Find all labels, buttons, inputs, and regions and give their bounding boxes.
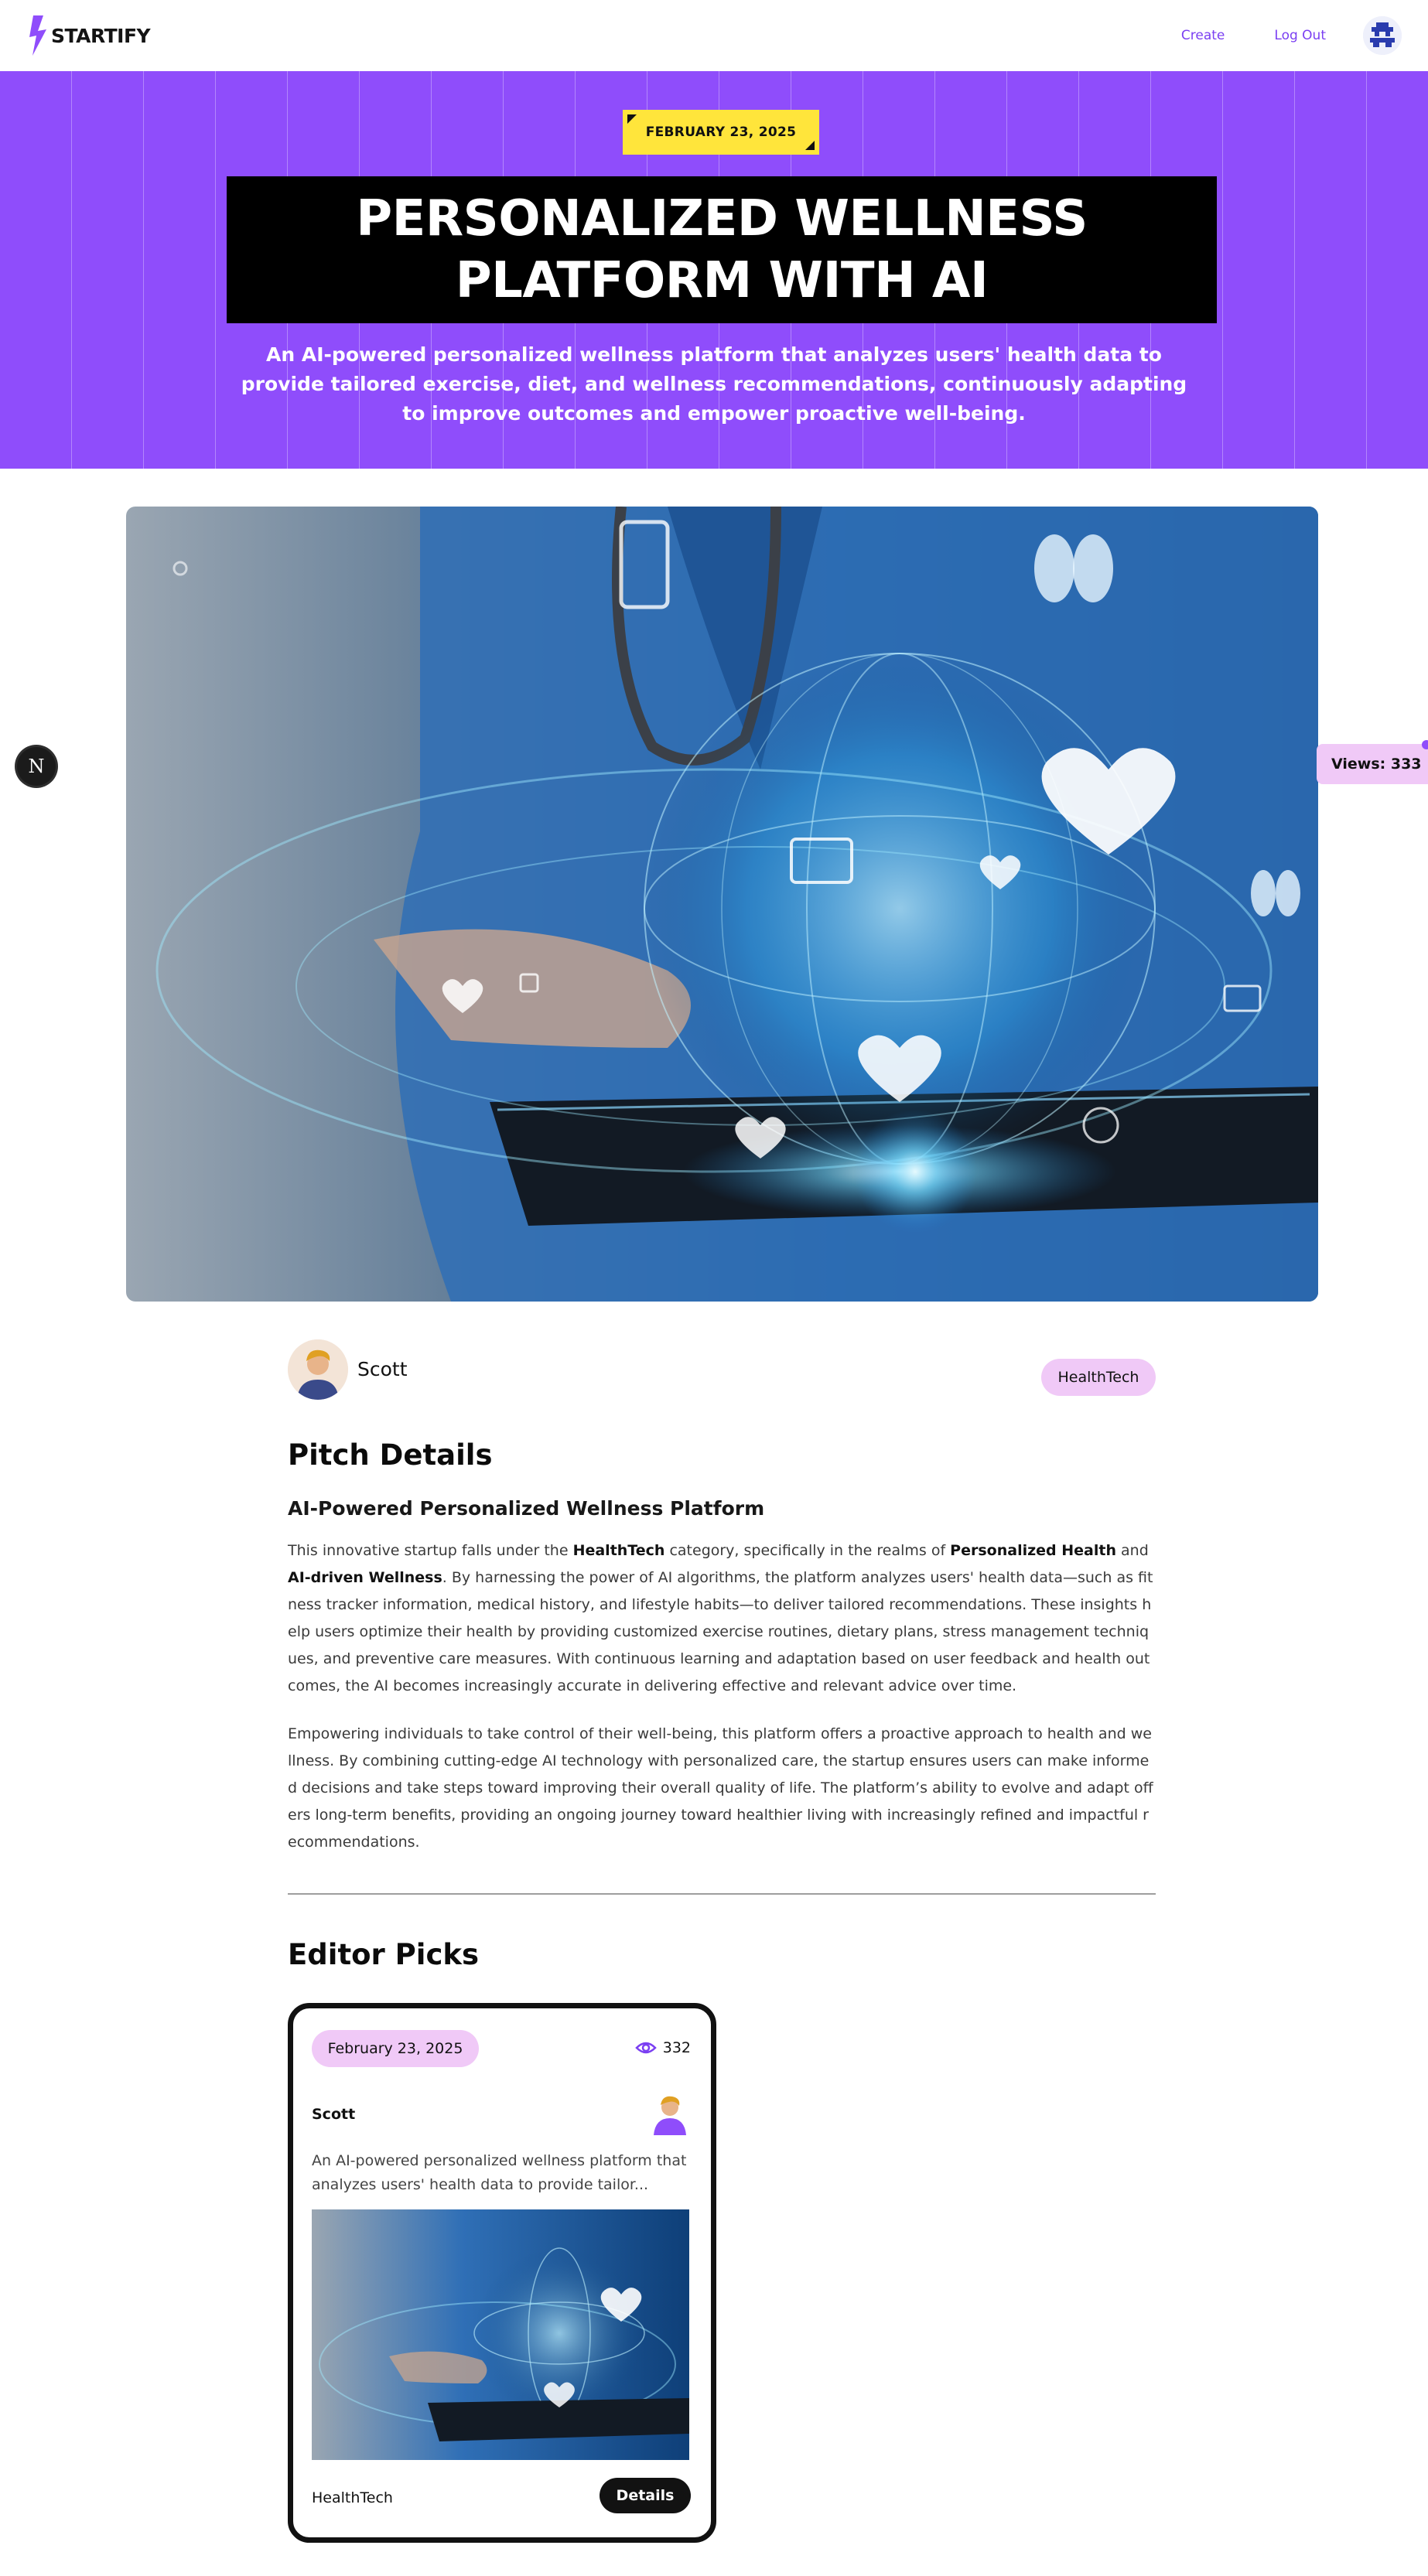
card-author-avatar[interactable]	[649, 2090, 691, 2135]
bold-text: Personalized Health	[950, 1542, 1116, 1559]
pitch-subheading: AI-Powered Personalized Wellness Platfor…	[288, 1497, 765, 1520]
nav-actions: Create Log Out	[1181, 16, 1402, 55]
card-views: 332	[634, 2039, 691, 2056]
tag-corner-icon	[805, 141, 815, 150]
top-navbar: STARTIFY Create Log Out	[0, 0, 1428, 71]
startify-logo[interactable]: STARTIFY	[26, 15, 151, 56]
text-run: This innovative startup falls under the	[288, 1542, 573, 1559]
author-row: Scott HealthTech	[288, 1339, 1156, 1404]
startup-main-image	[126, 507, 1318, 1302]
text-run: category, specifically in the realms of	[664, 1542, 951, 1559]
user-avatar-icon[interactable]	[1363, 16, 1402, 55]
tag-corner-icon	[627, 114, 637, 124]
bold-text: AI-driven Wellness	[288, 1569, 442, 1586]
editor-picks-heading: Editor Picks	[288, 1938, 480, 1971]
card-description: An AI-powered personalized wellness plat…	[312, 2152, 687, 2193]
hero-date: FEBRUARY 23, 2025	[645, 125, 797, 140]
logout-link[interactable]: Log Out	[1274, 28, 1326, 43]
eye-icon	[634, 2042, 657, 2054]
hero-title-box: PERSONALIZED WELLNESS PLATFORM WITH AI	[227, 176, 1217, 323]
bold-text: HealthTech	[572, 1542, 665, 1559]
card-author-name[interactable]: Scott	[312, 2106, 355, 2123]
section-divider	[288, 1893, 1156, 1895]
create-link[interactable]: Create	[1181, 28, 1225, 43]
details-button[interactable]: Details	[600, 2478, 691, 2513]
card-view-count: 332	[662, 2039, 691, 2056]
hero-section: FEBRUARY 23, 2025 PERSONALIZED WELLNESS …	[0, 71, 1428, 469]
hero-date-tag: FEBRUARY 23, 2025	[623, 110, 819, 155]
lightning-bolt-icon	[29, 15, 46, 56]
views-counter: Views: 333	[1317, 744, 1428, 784]
category-badge[interactable]: HealthTech	[1041, 1359, 1156, 1396]
card-category[interactable]: HealthTech	[312, 2489, 393, 2506]
hero-description: An AI-powered personalized wellness plat…	[241, 343, 1187, 425]
pitch-heading: Pitch Details	[288, 1438, 493, 1472]
text-run: . By harnessing the power of AI algorith…	[288, 1569, 1153, 1694]
hero-title: PERSONALIZED WELLNESS PLATFORM WITH AI	[356, 190, 1088, 309]
logo-text: STARTIFY	[51, 24, 151, 47]
pitch-paragraph: Empowering individuals to take control o…	[288, 1725, 1153, 1851]
author-avatar[interactable]	[288, 1339, 348, 1400]
card-image[interactable]	[312, 2209, 689, 2460]
text-run: and	[1115, 1542, 1149, 1559]
startup-card[interactable]: February 23, 2025 332 Scott An AI-powere…	[288, 2003, 716, 2543]
pitch-paragraph: This innovative startup falls under the …	[288, 1537, 1156, 1700]
nextjs-badge-icon[interactable]: N	[17, 747, 56, 786]
live-indicator-dot	[1422, 740, 1428, 749]
author-name[interactable]: Scott	[357, 1358, 408, 1380]
card-date-badge: February 23, 2025	[312, 2030, 479, 2067]
